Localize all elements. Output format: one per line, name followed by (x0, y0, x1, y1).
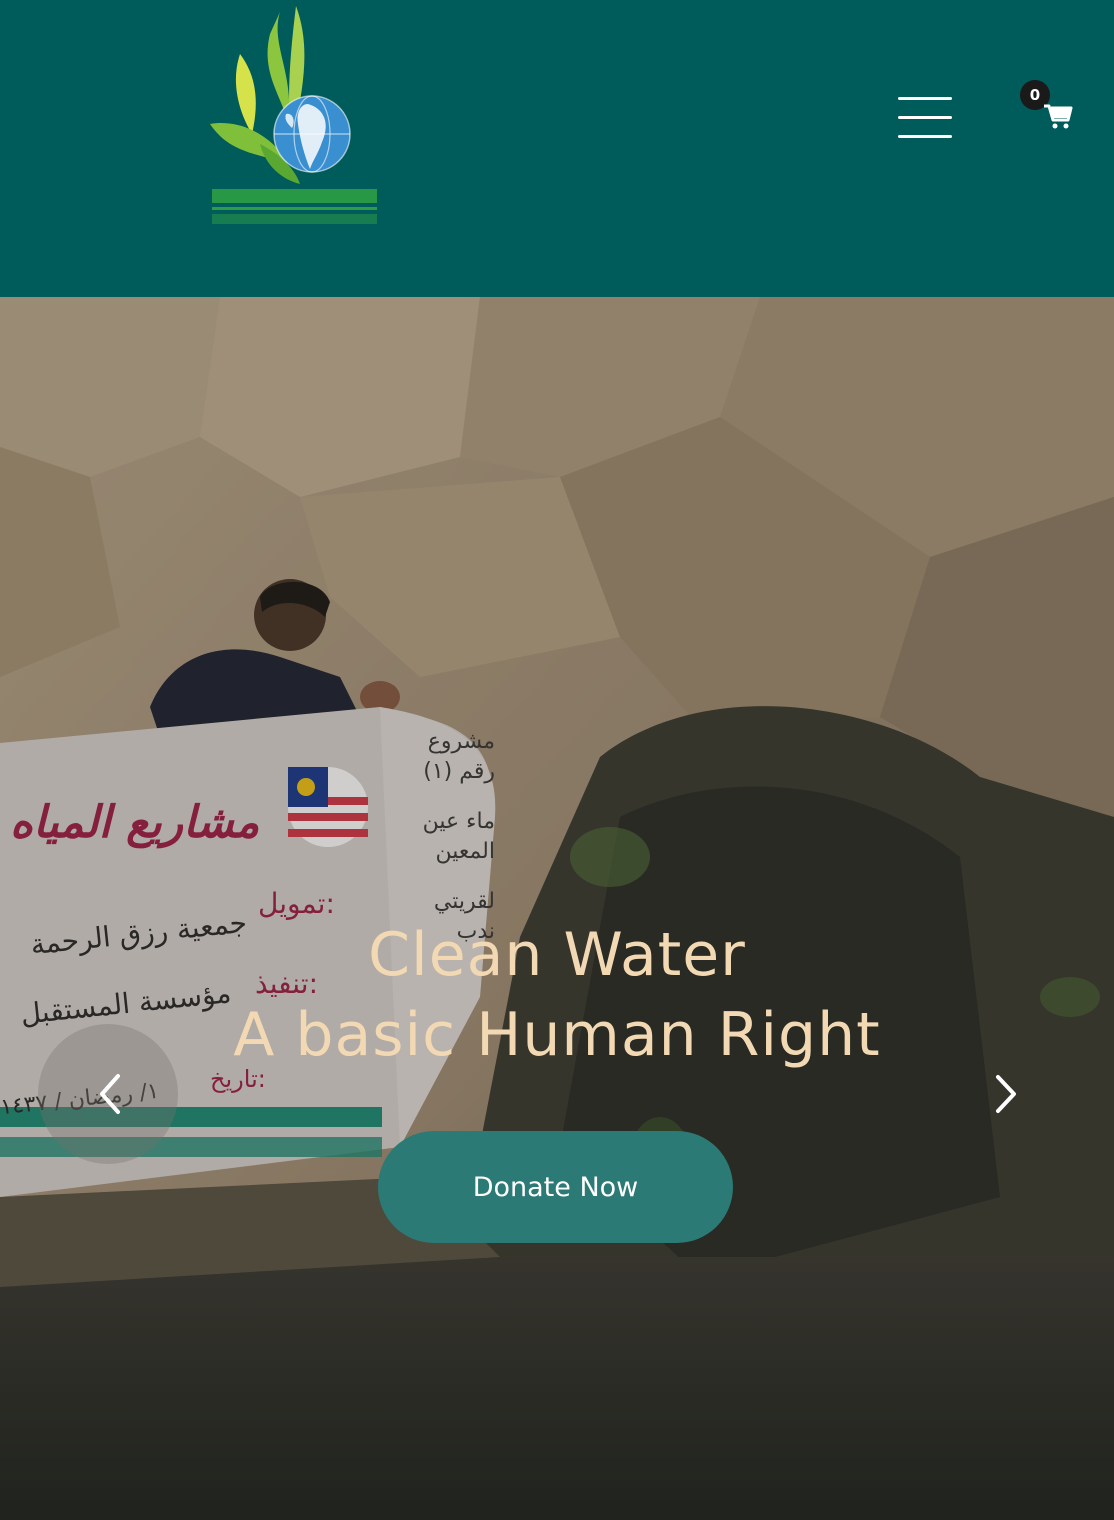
site-header: 0 (0, 0, 1114, 297)
hamburger-menu-icon (898, 97, 952, 100)
shopping-cart-icon (1044, 104, 1073, 129)
cart-button[interactable]: 0 (1018, 78, 1078, 138)
hero-overlay (0, 297, 1114, 1520)
hero-headline-line1: Clean Water (368, 920, 746, 990)
donate-now-button[interactable]: Donate Now (378, 1131, 733, 1243)
menu-button[interactable] (890, 90, 960, 146)
slider-next-button[interactable] (980, 1067, 1030, 1122)
logo-icon (210, 6, 377, 224)
logo[interactable] (200, 4, 385, 232)
chevron-left-icon (100, 1074, 120, 1114)
slider-prev-button[interactable] (38, 1024, 178, 1164)
hero-slider: مشاريع المياه تمويل: جمعية رزق الرحمة تن… (0, 297, 1114, 1520)
chevron-right-icon (996, 1075, 1016, 1113)
